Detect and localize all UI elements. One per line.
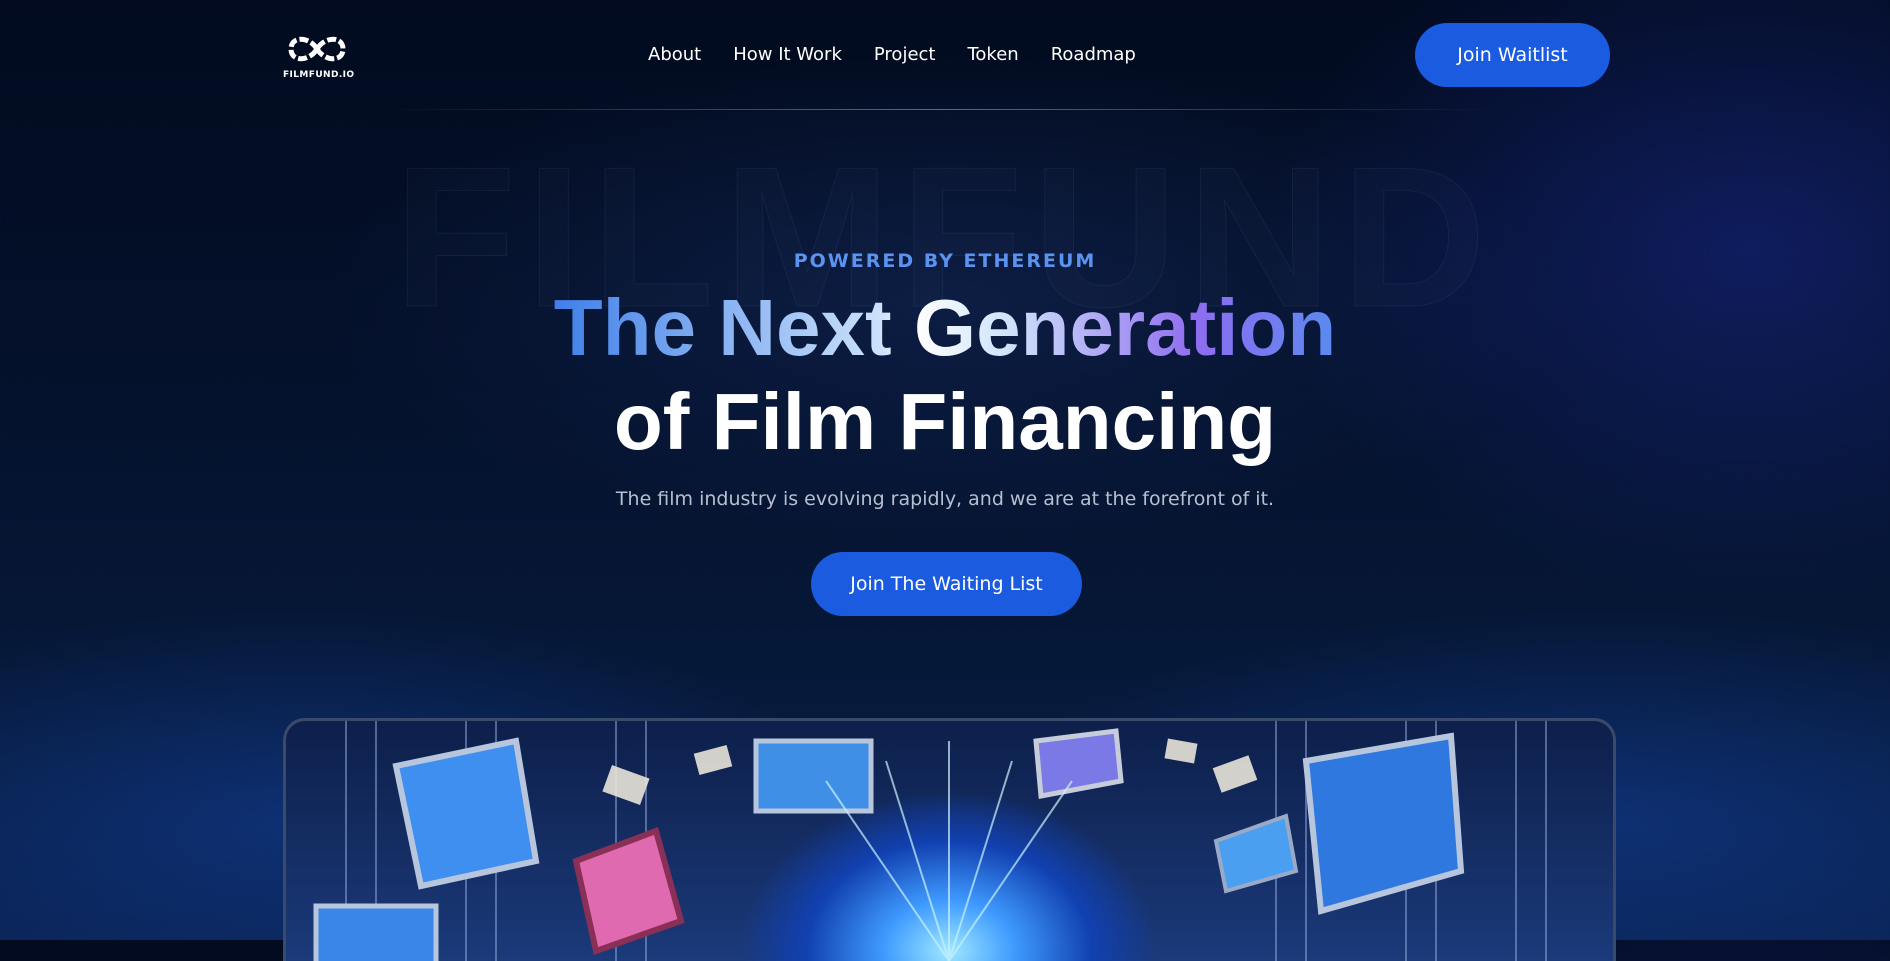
nav-link-roadmap[interactable]: Roadmap [1051, 44, 1136, 65]
hero-headline-line1: The Next Generation [0, 283, 1890, 373]
join-waitlist-button[interactable]: Join Waitlist [1415, 23, 1610, 87]
hero-headline-line2: of Film Financing [613, 377, 1277, 466]
nav-link-token[interactable]: Token [967, 44, 1018, 65]
film-tech-collage-image [313, 721, 1547, 961]
main-menu: About How It Work Project Token Roadmap [648, 44, 1136, 65]
top-nav: FILMFUND.IO About How It Work Project To… [0, 0, 1890, 110]
brand-logo[interactable]: FILMFUND.IO [283, 30, 355, 82]
hero-headline-gradient-text: The Next Generation [553, 283, 1337, 372]
hero-subtitle: The film industry is evolving rapidly, a… [615, 488, 1275, 510]
nav-link-project[interactable]: Project [874, 44, 936, 65]
header-divider [380, 109, 1500, 110]
nav-link-how-it-work[interactable]: How It Work [733, 44, 842, 65]
infinity-logo-icon [288, 36, 346, 62]
hero-showcase-image [283, 718, 1616, 961]
hero-eyebrow: POWERED BY ETHEREUM [793, 250, 1097, 272]
join-waiting-list-button[interactable]: Join The Waiting List [811, 552, 1082, 616]
nav-link-about[interactable]: About [648, 44, 701, 65]
brand-name: FILMFUND.IO [283, 70, 355, 80]
